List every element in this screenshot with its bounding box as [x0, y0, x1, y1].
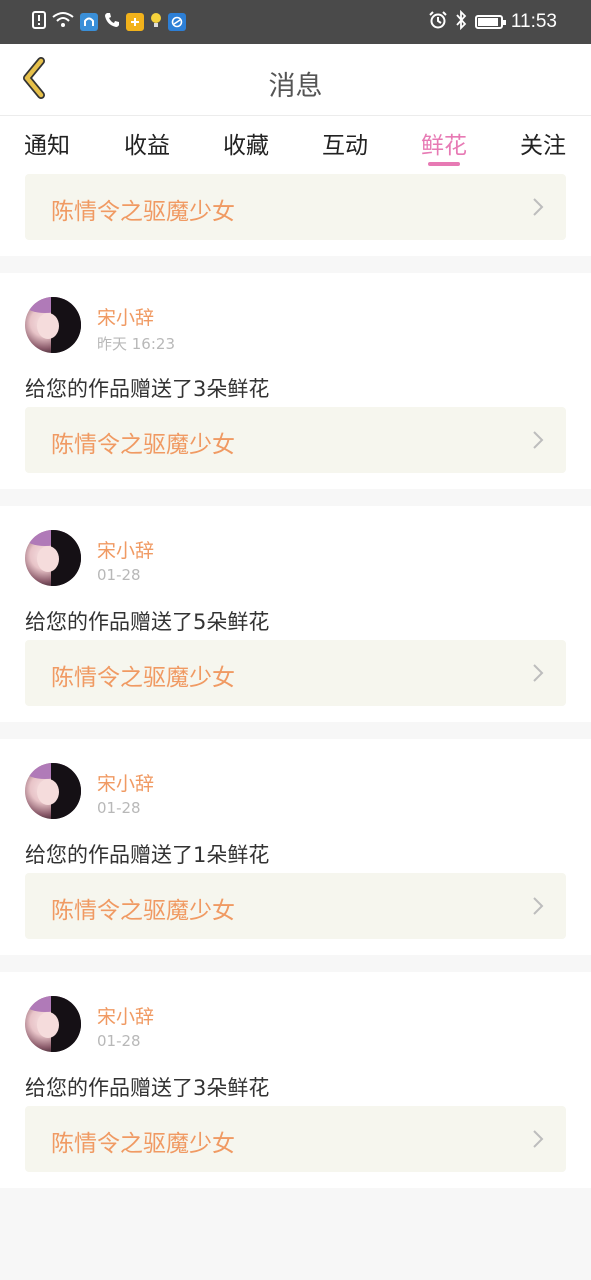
chevron-right-icon — [532, 1129, 544, 1153]
status-icons-left — [32, 10, 186, 34]
tab-bar: 通知 收益 收藏 互动 鲜花 关注 — [0, 116, 591, 170]
tab-3[interactable]: 互动 — [315, 126, 375, 160]
gift-message: 给您的作品赠送了1朵鲜花 — [25, 843, 270, 867]
user-row: 宋小辞 01-28 — [0, 739, 591, 819]
avatar[interactable] — [25, 763, 81, 819]
timestamp: 昨天 16:23 — [97, 335, 175, 353]
work-title: 陈情令之驱魔少女 — [51, 199, 235, 225]
avatar[interactable] — [25, 297, 81, 353]
avatar-face — [37, 779, 59, 805]
user-row: 宋小辞 01-28 — [0, 506, 591, 586]
work-title: 陈情令之驱魔少女 — [51, 432, 235, 458]
user-name[interactable]: 宋小辞 — [97, 1002, 154, 1029]
chevron-right-icon — [532, 663, 544, 687]
user-row: 宋小辞 01-28 — [0, 972, 591, 1052]
chevron-right-icon — [532, 430, 544, 454]
avatar[interactable] — [25, 996, 81, 1052]
app-icon-yellow — [126, 13, 144, 31]
message-feed: 陈情令之驱魔少女 宋小辞 昨天 16:23 给您的作品赠送了3朵鲜花 陈情令之驱魔少女… — [0, 170, 591, 1205]
gift-card: 宋小辞昨天 16:23 给您的作品赠送了3朵鲜花陈情令之驱魔少女 — [0, 273, 591, 489]
status-time: 11:53 — [510, 11, 557, 32]
user-name[interactable]: 宋小辞 — [97, 303, 154, 330]
app-icon-blue2 — [168, 13, 186, 31]
work-title: 陈情令之驱魔少女 — [51, 1131, 235, 1157]
gift-message: 给您的作品赠送了3朵鲜花 — [25, 1076, 270, 1100]
status-bar: 11:53 — [0, 0, 591, 44]
tab-1[interactable]: 收益 — [117, 126, 177, 160]
work-title: 陈情令之驱魔少女 — [51, 665, 235, 691]
gift-card: 宋小辞 01-28 给您的作品赠送了5朵鲜花陈情令之驱魔少女 — [0, 506, 591, 722]
work-link[interactable]: 陈情令之驱魔少女 — [25, 174, 566, 240]
user-name[interactable]: 宋小辞 — [97, 536, 154, 563]
battery-icon — [474, 15, 506, 29]
gift-message: 给您的作品赠送了3朵鲜花 — [25, 377, 270, 401]
bluetooth-icon — [455, 9, 467, 34]
battery-level — [477, 18, 498, 26]
active-tab-underline — [428, 162, 460, 166]
gift-card: 宋小辞 01-28 给您的作品赠送了3朵鲜花陈情令之驱魔少女 — [0, 972, 591, 1188]
timestamp: 01-28 — [97, 799, 141, 817]
chevron-right-icon — [532, 896, 544, 920]
work-link[interactable]: 陈情令之驱魔少女 — [25, 407, 566, 473]
work-link[interactable]: 陈情令之驱魔少女 — [25, 1106, 566, 1172]
work-link[interactable]: 陈情令之驱魔少女 — [25, 640, 566, 706]
work-title: 陈情令之驱魔少女 — [51, 898, 235, 924]
app-icon-blue — [80, 13, 98, 31]
avatar[interactable] — [25, 530, 81, 586]
avatar-face — [37, 546, 59, 572]
gift-card-partial: 陈情令之驱魔少女 — [0, 170, 591, 256]
timestamp: 01-28 — [97, 1032, 141, 1050]
alert-icon — [32, 11, 46, 33]
avatar-face — [37, 1012, 59, 1038]
wifi-icon — [52, 11, 74, 33]
status-icons-right: 11:53 — [429, 8, 557, 36]
alarm-icon — [429, 11, 447, 33]
gift-card: 宋小辞 01-28 给您的作品赠送了1朵鲜花陈情令之驱魔少女 — [0, 739, 591, 955]
tab-4[interactable]: 鲜花 — [414, 126, 474, 160]
phone-icon — [104, 12, 120, 32]
tab-2[interactable]: 收藏 — [216, 126, 276, 160]
tab-0[interactable]: 通知 — [17, 126, 77, 160]
work-link[interactable]: 陈情令之驱魔少女 — [25, 873, 566, 939]
tab-5[interactable]: 关注 — [513, 126, 573, 160]
page-title: 消息 — [268, 71, 323, 102]
timestamp: 01-28 — [97, 566, 141, 584]
header: 消息 — [0, 44, 591, 116]
user-row: 宋小辞昨天 16:23 — [0, 273, 591, 353]
avatar-face — [37, 313, 59, 339]
gift-message: 给您的作品赠送了5朵鲜花 — [25, 610, 270, 634]
chevron-right-icon — [532, 197, 544, 221]
bulb-icon — [150, 12, 162, 32]
user-name[interactable]: 宋小辞 — [97, 769, 154, 796]
